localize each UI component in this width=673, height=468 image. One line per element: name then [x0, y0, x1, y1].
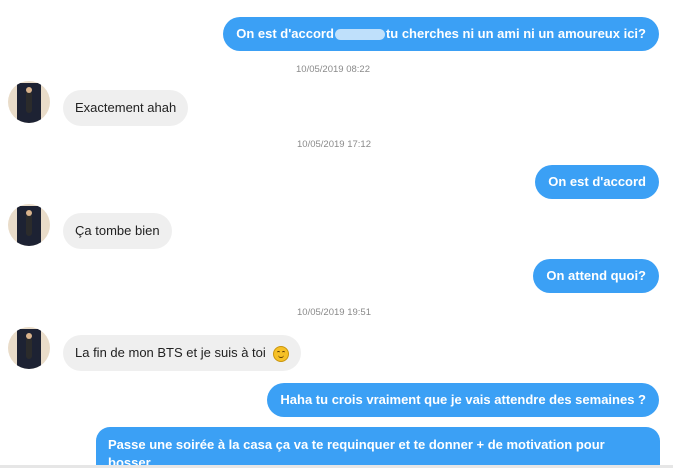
avatar-figure	[26, 214, 32, 236]
outgoing-message[interactable]: On est d'accord tu cherches ni un ami ni …	[223, 17, 659, 51]
avatar[interactable]	[8, 204, 50, 246]
avatar-face	[26, 333, 32, 339]
smiling-face-emoji-icon	[273, 345, 290, 362]
avatar-figure	[26, 91, 32, 113]
outgoing-message[interactable]: Passe une soirée à la casa ça va te requ…	[96, 427, 660, 468]
message-text: tu cherches ni un ami ni un amoureux ici…	[385, 26, 646, 41]
outgoing-message[interactable]: Haha tu crois vraiment que je vais atten…	[267, 383, 659, 417]
timestamp: 10/05/2019 19:51	[297, 307, 371, 318]
avatar[interactable]	[8, 81, 50, 123]
timestamp: 10/05/2019 08:22	[296, 64, 370, 75]
avatar-face	[26, 87, 32, 93]
avatar-figure	[26, 337, 32, 359]
incoming-message[interactable]: Ça tombe bien	[63, 213, 172, 249]
outgoing-message[interactable]: On est d'accord	[535, 165, 659, 199]
redacted-blur	[334, 29, 385, 41]
avatar-face	[26, 210, 32, 216]
incoming-message[interactable]: Exactement ahah	[63, 90, 189, 126]
timestamp: 10/05/2019 17:12	[297, 139, 371, 150]
avatar[interactable]	[8, 327, 50, 369]
outgoing-message[interactable]: On attend quoi?	[533, 259, 659, 293]
message-text: On est d'accord	[236, 26, 334, 41]
conversation-thread: On est d'accord tu cherches ni un ami ni …	[0, 0, 673, 468]
incoming-message[interactable]: La fin de mon BTS et je suis à toi	[63, 335, 302, 371]
message-text: La fin de mon BTS et je suis à toi	[75, 345, 266, 360]
